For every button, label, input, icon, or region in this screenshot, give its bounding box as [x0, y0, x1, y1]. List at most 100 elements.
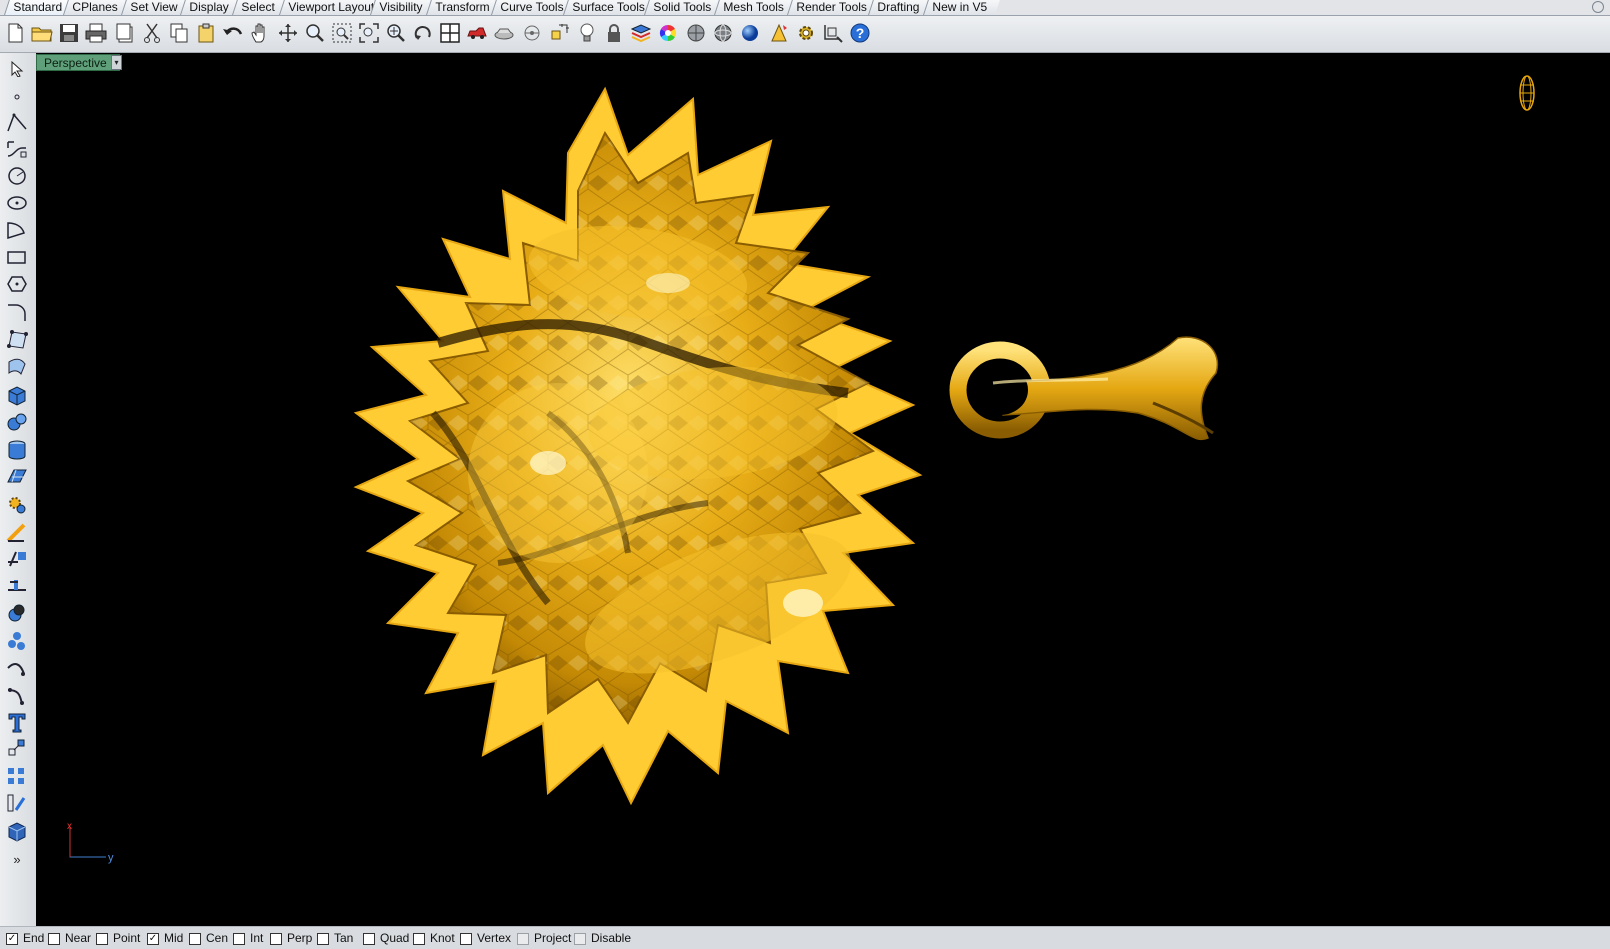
render-cone-icon[interactable]: [767, 21, 791, 45]
shaded-sphere-icon[interactable]: [684, 21, 708, 45]
zoom-icon[interactable]: [303, 21, 327, 45]
osnap-perp-checkbox[interactable]: [270, 932, 282, 945]
gold-pendant-model[interactable]: [248, 83, 1228, 823]
osnap-mid[interactable]: ✓ Mid: [147, 931, 183, 946]
trim-icon[interactable]: [4, 520, 30, 544]
osnap-point-checkbox[interactable]: [96, 932, 108, 945]
osnap-end[interactable]: ✓ End: [6, 931, 44, 946]
polygon-icon[interactable]: [4, 272, 30, 296]
osnap-tan[interactable]: Tan: [317, 931, 353, 946]
osnap-knot-checkbox[interactable]: [413, 932, 425, 945]
more-chevron-icon[interactable]: »: [4, 847, 30, 871]
tab-surface-tools[interactable]: Surface Tools: [563, 0, 655, 15]
color-wheel-icon[interactable]: [656, 21, 680, 45]
blue-sphere-icon[interactable]: [738, 21, 762, 45]
properties-icon[interactable]: [113, 21, 137, 45]
select-arrow-icon[interactable]: [4, 57, 30, 81]
osnap-point[interactable]: Point: [96, 931, 140, 946]
osnap-int[interactable]: Int: [233, 931, 263, 946]
fillet-curve-icon[interactable]: [4, 300, 30, 324]
rebuild-curve-icon[interactable]: [4, 657, 30, 681]
rotate-view-icon[interactable]: [411, 21, 435, 45]
transform-icon[interactable]: [4, 736, 30, 760]
blend-curve-icon[interactable]: [4, 683, 30, 707]
arc-icon[interactable]: [4, 218, 30, 242]
osnap-cen-checkbox[interactable]: [189, 932, 201, 945]
tab-new-in-v5[interactable]: New in V5: [923, 0, 1000, 15]
surface-from-points-icon[interactable]: [4, 327, 30, 351]
osnap-knot[interactable]: Knot: [413, 931, 455, 946]
ortho-circle-icon[interactable]: [520, 21, 544, 45]
osnap-tan-checkbox[interactable]: [317, 932, 329, 945]
four-viewports-icon[interactable]: [438, 21, 462, 45]
move-view-icon[interactable]: [276, 21, 300, 45]
osnap-near[interactable]: Near: [48, 931, 91, 946]
box-3d-icon[interactable]: [4, 819, 30, 843]
osnap-perp[interactable]: Perp: [270, 931, 312, 946]
osnap-near-checkbox[interactable]: [48, 932, 60, 945]
polyline-icon[interactable]: [4, 111, 30, 135]
car-icon[interactable]: [465, 21, 489, 45]
split-icon[interactable]: [4, 547, 30, 571]
osnap-project[interactable]: Project: [517, 931, 571, 946]
osnap-end-checkbox[interactable]: ✓: [6, 932, 18, 945]
rectangle-icon[interactable]: [4, 246, 30, 270]
cut-icon[interactable]: [140, 21, 164, 45]
viewport-menu-chevron-down-icon[interactable]: ▾: [111, 55, 122, 70]
grid-snap-icon[interactable]: [548, 21, 572, 45]
osnap-quad[interactable]: Quad: [363, 931, 409, 946]
zoom-selected-icon[interactable]: [384, 21, 408, 45]
tab-options-gear-icon[interactable]: [1592, 1, 1604, 13]
osnap-project-checkbox[interactable]: [517, 932, 529, 945]
dimension-icon[interactable]: [821, 21, 845, 45]
zoom-extents-icon[interactable]: [357, 21, 381, 45]
named-view-icon[interactable]: [492, 21, 516, 45]
rendered-sphere-icon[interactable]: [711, 21, 735, 45]
open-folder-icon[interactable]: [30, 21, 54, 45]
paste-icon[interactable]: [194, 21, 218, 45]
solid-union-icon[interactable]: [4, 601, 30, 625]
planar-surface-icon[interactable]: [4, 465, 30, 489]
help-icon[interactable]: ?: [848, 21, 872, 45]
array-icon[interactable]: [4, 765, 30, 789]
options-gear-icon[interactable]: [794, 21, 818, 45]
dimension-tool-icon[interactable]: [4, 791, 30, 815]
new-document-icon[interactable]: [3, 21, 27, 45]
undo-icon[interactable]: [221, 21, 245, 45]
osnap-vertex[interactable]: Vertex: [460, 931, 511, 946]
circle-icon[interactable]: [4, 164, 30, 188]
zoom-window-icon[interactable]: [330, 21, 354, 45]
point-icon[interactable]: [4, 85, 30, 109]
cylinder-solid-icon[interactable]: [4, 438, 30, 462]
osnap-vertex-checkbox[interactable]: [460, 932, 472, 945]
tab-render-tools[interactable]: Render Tools: [787, 0, 879, 15]
extend-icon[interactable]: [4, 573, 30, 597]
osnap-int-checkbox[interactable]: [233, 932, 245, 945]
navigation-gizmo-icon[interactable]: [1514, 73, 1540, 113]
tab-curve-tools[interactable]: Curve Tools: [491, 0, 575, 15]
light-bulb-icon[interactable]: [575, 21, 599, 45]
lock-icon[interactable]: [602, 21, 626, 45]
tab-viewport-layout[interactable]: Viewport Layout: [279, 0, 381, 15]
layer-icon[interactable]: [629, 21, 653, 45]
perspective-viewport[interactable]: Perspective ▾ x y: [36, 53, 1610, 926]
group-icon[interactable]: [4, 629, 30, 653]
boolean-gear-icon[interactable]: [4, 493, 30, 517]
tab-mesh-tools[interactable]: Mesh Tools: [714, 0, 798, 15]
viewport-title[interactable]: Perspective: [36, 54, 120, 71]
text-icon[interactable]: [4, 710, 30, 734]
pan-hand-icon[interactable]: [248, 21, 272, 45]
osnap-cen[interactable]: Cen: [189, 931, 228, 946]
box-solid-icon[interactable]: [4, 383, 30, 407]
osnap-disable-checkbox[interactable]: [574, 932, 586, 945]
copy-icon[interactable]: [167, 21, 191, 45]
print-icon[interactable]: [84, 21, 108, 45]
osnap-quad-checkbox[interactable]: [363, 932, 375, 945]
osnap-mid-checkbox[interactable]: ✓: [147, 932, 159, 945]
osnap-disable[interactable]: Disable: [574, 931, 631, 946]
ellipse-icon[interactable]: [4, 191, 30, 215]
curve-icon[interactable]: [4, 137, 30, 161]
extrude-surface-icon[interactable]: [4, 355, 30, 379]
save-icon[interactable]: [57, 21, 81, 45]
sphere-solid-icon[interactable]: [4, 410, 30, 434]
